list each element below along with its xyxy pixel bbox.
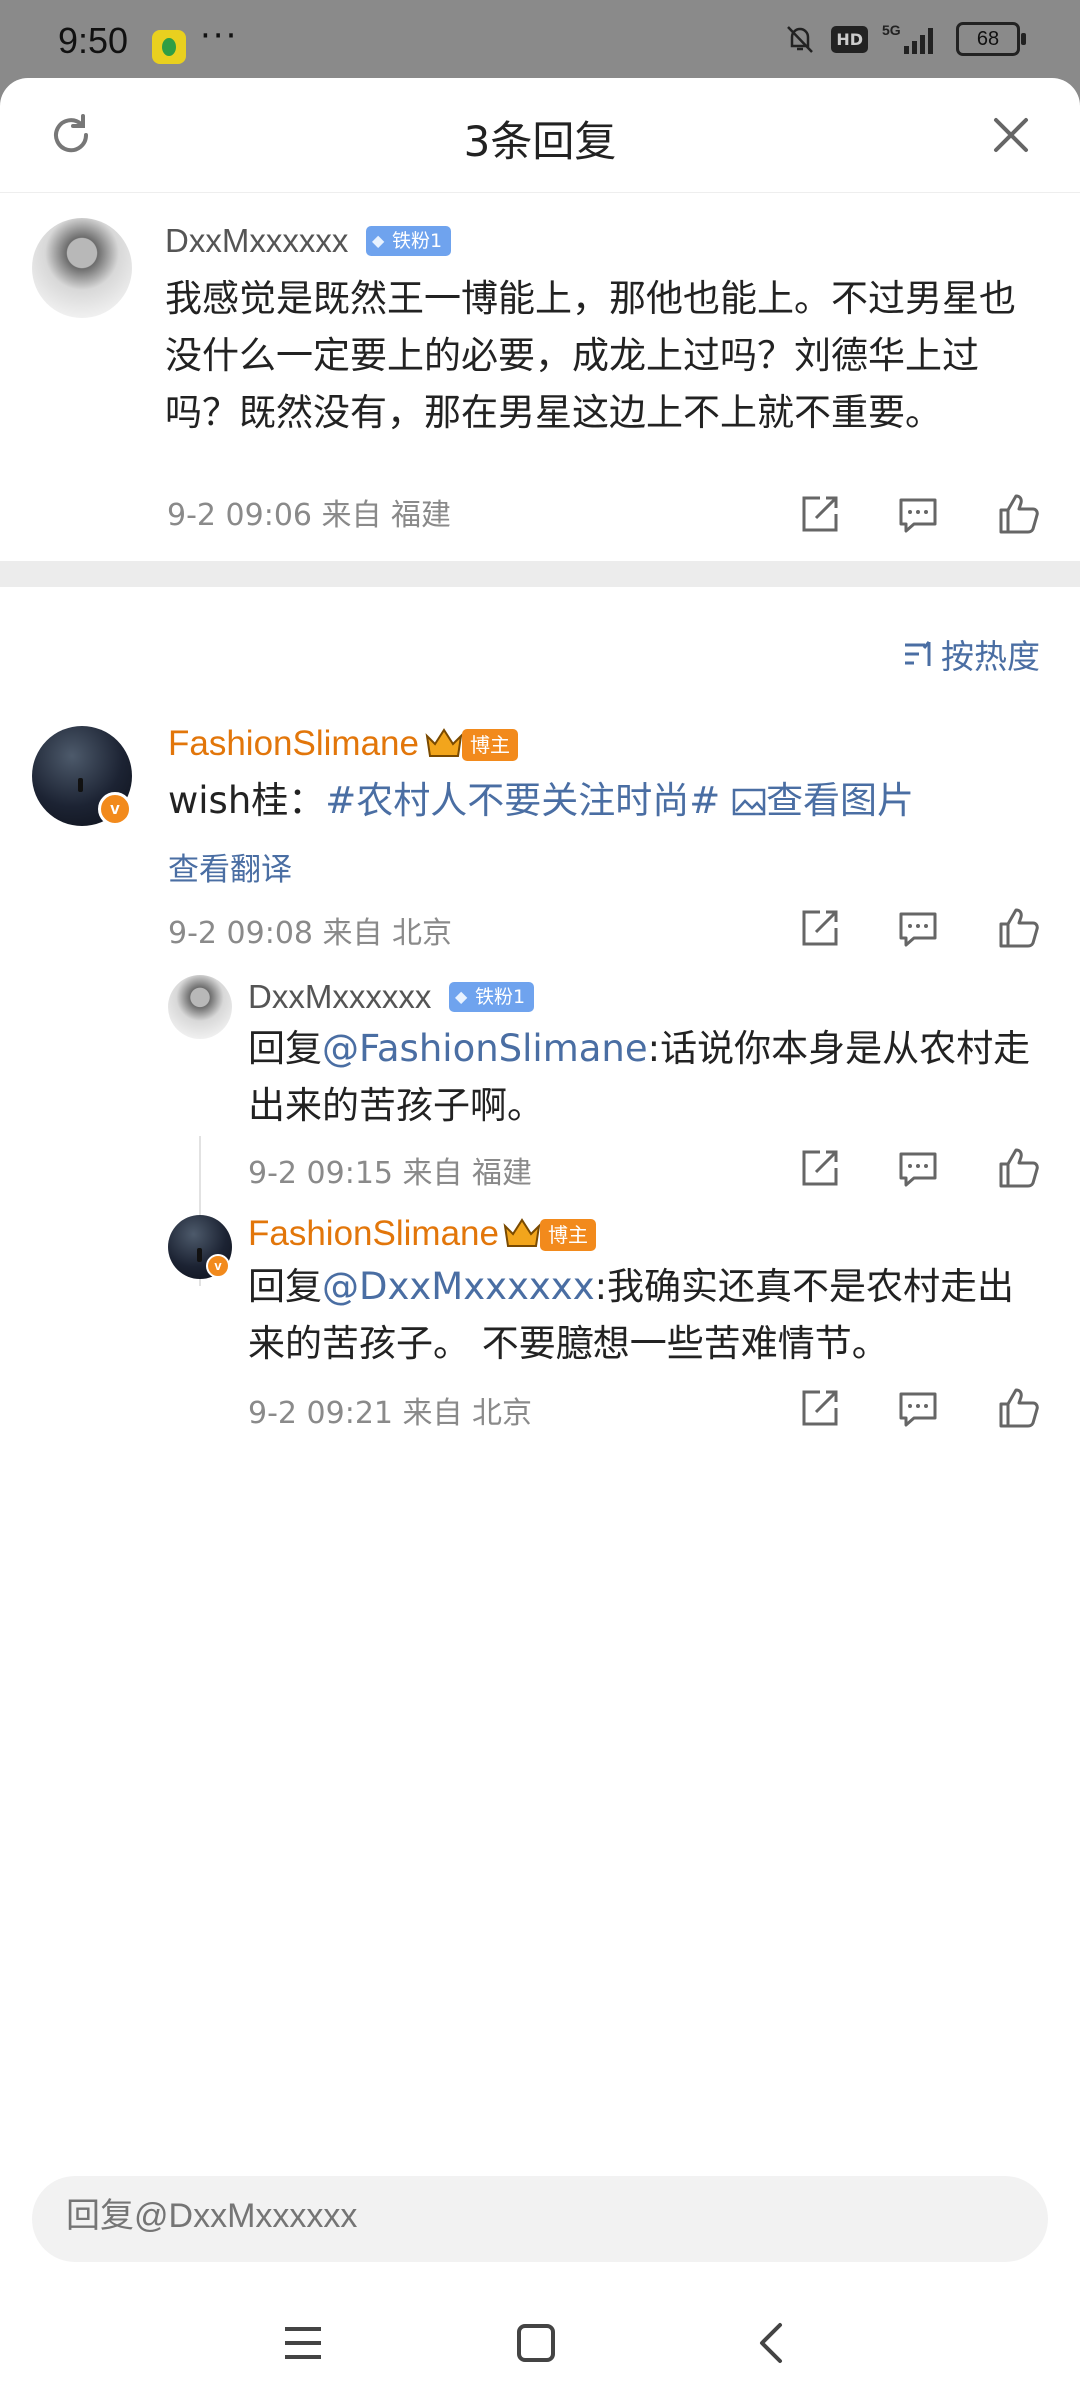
like-icon[interactable]: [996, 1146, 1040, 1190]
share-icon[interactable]: [798, 1146, 842, 1190]
share-icon[interactable]: [798, 906, 842, 950]
fan-badge: 铁粉1: [366, 226, 452, 256]
blogger-badge: 博主: [462, 729, 518, 761]
sheet-header: 3条回复: [0, 78, 1080, 193]
hashtag-link[interactable]: #农村人不要关注时尚#: [325, 779, 720, 822]
mention-link[interactable]: @DxxMxxxxxx: [322, 1265, 595, 1308]
comment-icon[interactable]: [896, 1386, 940, 1430]
view-translation-link[interactable]: 查看翻译: [168, 844, 292, 889]
avatar[interactable]: [168, 975, 232, 1039]
mute-bell-icon: [787, 26, 814, 53]
verified-icon: v: [206, 1254, 230, 1278]
reply1-prefix: wish桂：: [168, 779, 326, 822]
comment-icon[interactable]: [896, 906, 940, 950]
reply1-text: wish桂：#农村人不要关注时尚# 查看图片: [168, 772, 1048, 829]
system-nav-bar: [0, 2283, 1080, 2400]
back-icon[interactable]: [750, 2321, 794, 2365]
fan-badge: 铁粉1: [449, 982, 535, 1012]
like-icon[interactable]: [996, 492, 1040, 536]
sort-icon: [905, 641, 931, 666]
share-icon[interactable]: [798, 492, 842, 536]
avatar[interactable]: [32, 218, 132, 318]
close-icon[interactable]: [986, 110, 1036, 160]
blogger-badge: 博主: [540, 1219, 596, 1251]
home-icon[interactable]: [514, 2321, 558, 2365]
replies-sheet: 3条回复 DxxMxxxxxx 铁粉1 我感觉是既然王一博能上，那他也能上。不过…: [0, 78, 1080, 2400]
root-username[interactable]: DxxMxxxxxx: [165, 222, 348, 260]
reply-input[interactable]: [64, 2196, 968, 2237]
crown-icon: [425, 728, 463, 757]
mention-link[interactable]: @FashionSlimane: [322, 1027, 648, 1070]
battery-icon: 68: [956, 22, 1026, 56]
sheet-title: 3条回复: [463, 117, 617, 166]
reply3-username[interactable]: FashionSlimane: [248, 1214, 499, 1254]
view-image-label: 查看图片: [766, 779, 915, 822]
verified-icon: v: [98, 792, 132, 826]
crown-icon: [503, 1218, 541, 1247]
hd-icon: HD: [831, 25, 868, 53]
reply1-meta: 9-2 09:08 来自 北京: [168, 916, 453, 951]
signal-icon: 5G: [882, 22, 933, 54]
status-time: 9:50: [58, 20, 129, 61]
reply3-text: 回复@DxxMxxxxxx:我确实还真不是农村走出来的苦孩子。 不要臆想一些苦难…: [248, 1258, 1048, 1372]
reply3-meta: 9-2 09:21 来自 北京: [248, 1396, 533, 1431]
svg-text:5G: 5G: [882, 22, 901, 38]
section-divider: [0, 561, 1080, 587]
sort-by-hot-button[interactable]: 按热度: [903, 630, 1040, 678]
image-icon: [732, 788, 766, 816]
root-meta: 9-2 09:06 来自 福建: [167, 498, 452, 533]
reply1-username[interactable]: FashionSlimane: [168, 724, 419, 764]
like-icon[interactable]: [996, 1386, 1040, 1430]
sort-label: 按热度: [941, 637, 1040, 676]
share-icon[interactable]: [798, 1386, 842, 1430]
app-notification-icon: [152, 30, 186, 64]
status-bar: 9:50 ··· HD 5G 68: [0, 0, 1080, 78]
reply-box[interactable]: [32, 2176, 1048, 2262]
reply2-meta: 9-2 09:15 来自 福建: [248, 1156, 533, 1191]
root-comment-text: 我感觉是既然王一博能上，那他也能上。不过男星也没什么一定要上的必要，成龙上过吗？…: [165, 277, 1016, 434]
reply2-text: 回复@FashionSlimane:话说你本身是从农村走出来的苦孩子啊。: [248, 1020, 1048, 1134]
reply2-username[interactable]: DxxMxxxxxx: [248, 978, 431, 1016]
comment-icon[interactable]: [896, 492, 940, 536]
like-icon[interactable]: [996, 906, 1040, 950]
view-image-link[interactable]: 查看图片: [732, 779, 914, 822]
reply2-prefix: 回复: [248, 1027, 322, 1070]
more-notifications-icon: ···: [200, 16, 239, 56]
menu-icon[interactable]: [281, 2321, 325, 2365]
comment-icon[interactable]: [896, 1146, 940, 1190]
reply3-prefix: 回复: [248, 1265, 322, 1308]
